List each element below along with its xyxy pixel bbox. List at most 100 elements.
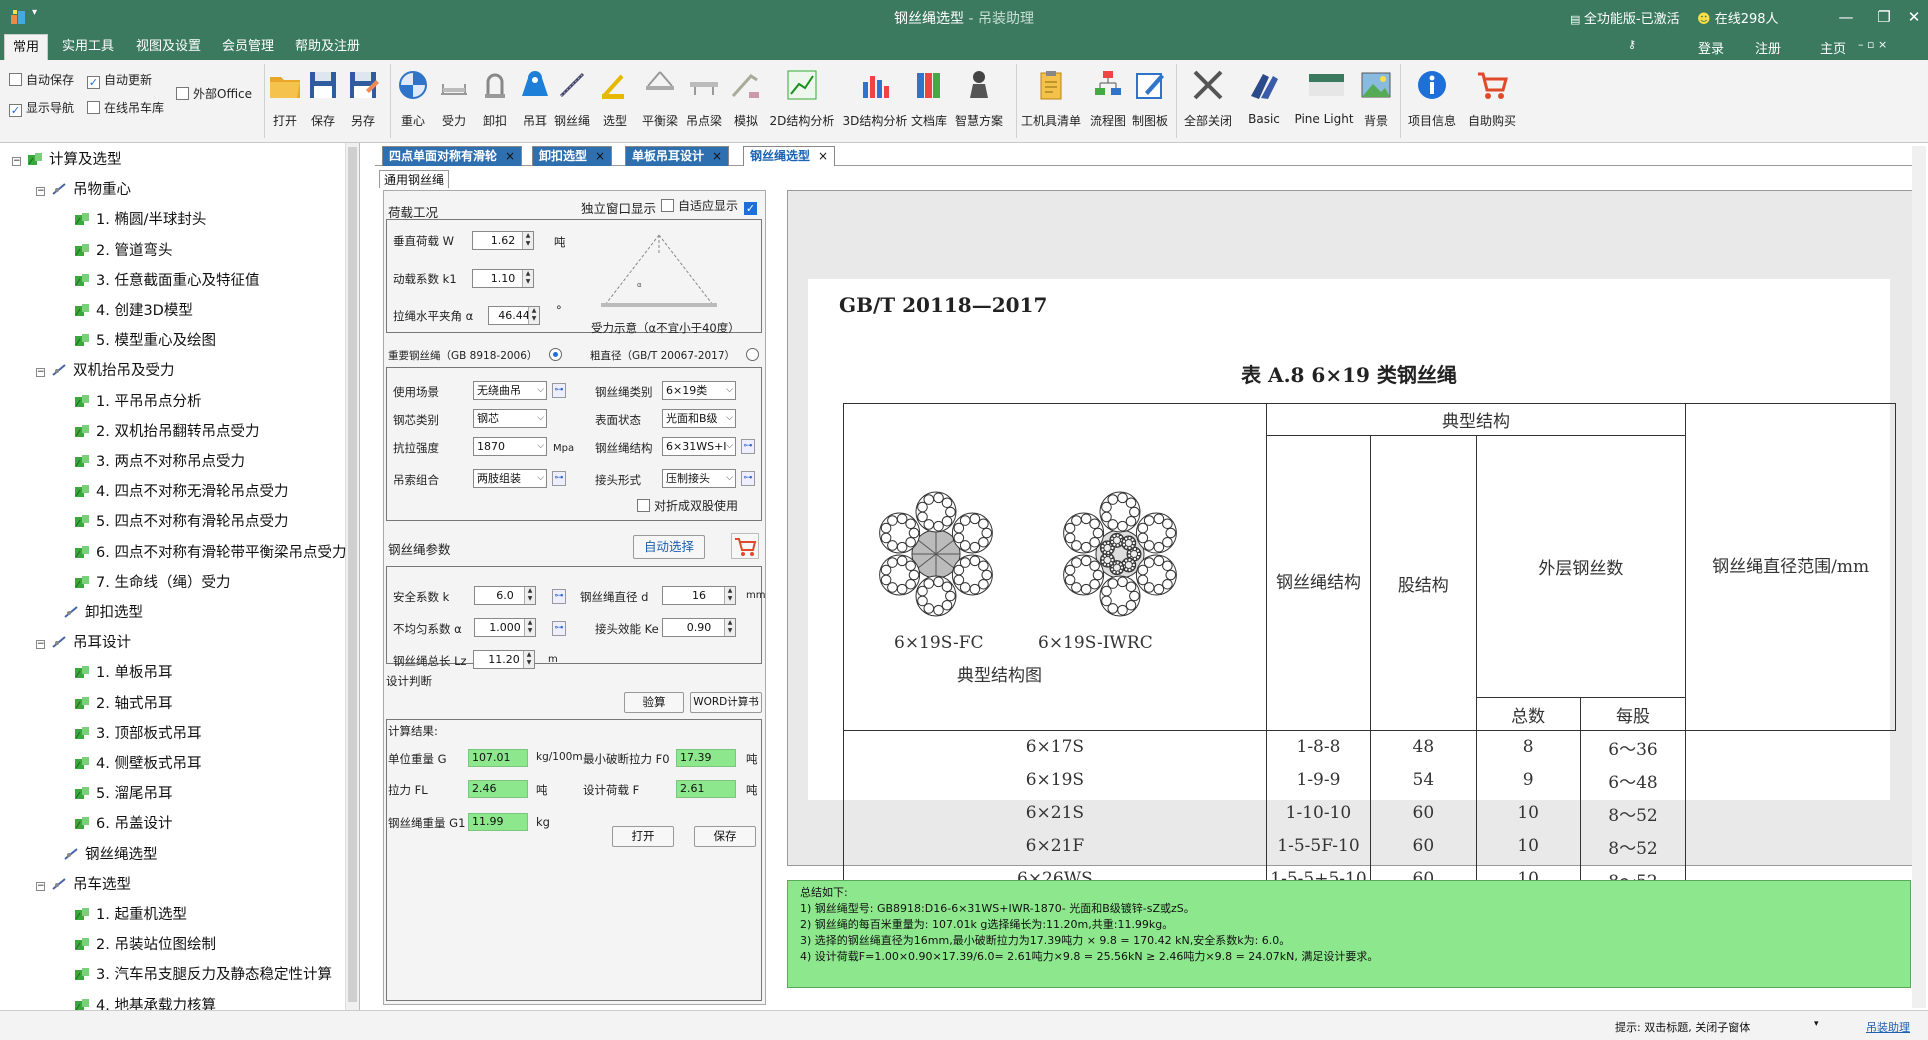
mdi-restore-icon[interactable]: – ▫ × — [1858, 38, 1887, 51]
login-link[interactable]: 登录 — [1698, 38, 1724, 57]
project-info-button[interactable]: 项目信息 — [1404, 64, 1460, 138]
tree-group-item[interactable]: 卸扣选型 — [48, 602, 143, 624]
tab-close-icon[interactable]: × — [505, 149, 515, 163]
menu-item-common[interactable]: 常用 — [4, 34, 49, 60]
tab-close-icon[interactable]: × — [818, 149, 828, 163]
menu-item-tools[interactable]: 实用工具 — [54, 34, 122, 60]
doc-library-button[interactable]: 文档库 — [909, 64, 949, 138]
standard-gb20067-radio[interactable] — [746, 348, 759, 361]
tab-close-icon[interactable]: × — [712, 149, 722, 163]
smart-plan-button[interactable]: 智慧方案 — [954, 64, 1004, 138]
theme-pine-light-button[interactable]: Pine Light — [1292, 64, 1356, 138]
joint-select[interactable]: 压制接头 ⌵ — [662, 469, 736, 488]
close-all-button[interactable]: 全部关闭 — [1180, 64, 1236, 138]
tab-shackle[interactable]: 卸扣选型 × — [532, 146, 613, 166]
tree-leaf-item[interactable]: 5. 溜尾吊耳 — [74, 783, 172, 805]
close-button[interactable]: ✕ — [1900, 4, 1928, 30]
tree-leaf-item[interactable]: 2. 吊装站位图绘制 — [74, 934, 216, 956]
status-dropdown-icon[interactable]: ▾ — [1814, 1019, 1819, 1029]
tree-leaf-item[interactable]: 4. 创建3D模型 — [74, 300, 193, 322]
tree-leaf-item[interactable]: 4. 侧壁板式吊耳 — [74, 753, 201, 775]
collapse-toggle-icon[interactable]: − — [36, 187, 45, 197]
2d-analysis-button[interactable]: 2D结构分析 — [767, 64, 837, 138]
tree-group-item[interactable]: − 双机抬吊及受力 — [36, 360, 175, 382]
tab-wire-rope[interactable]: 钢丝绳选型 × — [743, 146, 836, 166]
tree-leaf-item[interactable]: 1. 单板吊耳 — [74, 662, 172, 684]
select-button[interactable]: 选型 — [598, 64, 632, 138]
tab-four-point[interactable]: 四点单面对称有滑轮 × — [382, 146, 523, 166]
tree-leaf-item[interactable]: 5. 四点不对称有滑轮吊点受力 — [74, 511, 288, 533]
3d-analysis-button[interactable]: 3D结构分析 — [840, 64, 910, 138]
open-result-button[interactable]: 打开 — [612, 826, 674, 847]
collapse-toggle-icon[interactable]: − — [36, 881, 45, 891]
gravity-button[interactable]: 重心 — [396, 64, 430, 138]
tree-leaf-item[interactable]: 4. 四点不对称无滑轮吊点受力 — [74, 481, 288, 503]
tree-leaf-item[interactable]: 6. 四点不对称有滑轮带平衡梁吊点受力 — [74, 542, 346, 564]
dyn-factor-input[interactable]: 1.10 ▲ ▼ — [472, 269, 534, 288]
simulate-button[interactable]: 模拟 — [729, 64, 763, 138]
show-nav-checkbox[interactable]: ✓ 显示导航 — [9, 100, 74, 117]
online-crane-checkbox[interactable]: 在线吊车库 — [87, 100, 164, 116]
menu-item-view[interactable]: 视图及设置 — [128, 34, 209, 60]
theme-basic-button[interactable]: Basic — [1240, 64, 1288, 138]
force-button[interactable]: 受力 — [437, 64, 471, 138]
background-button[interactable]: 背景 — [1356, 64, 1396, 138]
adaptive-confirm-checkbox[interactable]: ✓ — [744, 198, 761, 215]
tree-leaf-item[interactable]: 3. 任意截面重心及特征值 — [74, 270, 259, 292]
balance-beam-button[interactable]: 平衡梁 — [640, 64, 680, 138]
angle-input[interactable]: 46.44 ▲ ▼ — [488, 306, 540, 325]
collapse-toggle-icon[interactable]: − — [36, 368, 45, 378]
safety-lookup-button[interactable]: ⊶ — [552, 589, 566, 604]
struct-lookup-button[interactable]: ⊶ — [741, 439, 755, 454]
autoupdate-checkbox[interactable]: ✓ 自动更新 — [87, 72, 152, 89]
tree-group-item[interactable]: 钢丝绳选型 — [48, 844, 158, 866]
auto-select-button[interactable]: 自动选择 — [633, 535, 705, 559]
adaptive-display-checkbox[interactable]: 自适应显示 — [661, 198, 738, 214]
wire-rope-button[interactable]: 钢丝绳 — [552, 64, 592, 138]
tree-leaf-item[interactable]: 1. 起重机选型 — [74, 904, 187, 926]
open-button[interactable]: 打开 — [268, 64, 302, 138]
flowchart-button[interactable]: 流程图 — [1088, 64, 1128, 138]
scene-select[interactable]: 无绕曲吊 ⌵ — [473, 381, 547, 400]
autosave-checkbox[interactable]: 自动保存 — [9, 72, 74, 88]
fold-double-checkbox[interactable]: 对折成双股使用 — [637, 498, 738, 514]
subtab-general-rope[interactable]: 通用钢丝绳 — [379, 170, 450, 188]
collapse-toggle-icon[interactable]: − — [36, 640, 45, 650]
tree-scrollbar[interactable] — [345, 143, 359, 1010]
menu-item-help[interactable]: 帮助及注册 — [287, 34, 368, 60]
combo-lookup-button[interactable]: ⊶ — [552, 471, 566, 486]
check-button[interactable]: 验算 — [624, 692, 684, 713]
safety-factor-input[interactable]: 6.0 ▲ ▼ — [474, 586, 536, 605]
diameter-input[interactable]: 16 ▲ ▼ — [662, 586, 736, 605]
combo-select[interactable]: 两肢组装 ⌵ — [473, 469, 547, 488]
save-as-button[interactable]: 另存 — [346, 64, 380, 138]
tree-group-item[interactable]: − 吊耳设计 — [36, 632, 131, 654]
tree-group-item[interactable]: − 吊物重心 — [36, 179, 131, 201]
cart-button[interactable] — [731, 533, 759, 559]
tree-group-item[interactable]: − 计算及选型 — [12, 149, 122, 171]
tree-leaf-item[interactable]: 2. 管道弯头 — [74, 240, 172, 262]
menu-item-member[interactable]: 会员管理 — [214, 34, 282, 60]
scene-lookup-button[interactable]: ⊶ — [552, 383, 566, 398]
tree-leaf-item[interactable]: 6. 吊盖设计 — [74, 813, 172, 835]
external-office-checkbox[interactable]: 外部Office — [176, 86, 252, 102]
tab-lug-design[interactable]: 单板吊耳设计 × — [625, 146, 730, 166]
tree-leaf-item[interactable]: 3. 两点不对称吊点受力 — [74, 451, 245, 473]
collapse-toggle-icon[interactable]: − — [12, 157, 21, 166]
vertical-load-input[interactable]: 1.62 ▲ ▼ — [472, 231, 534, 250]
core-select[interactable]: 钢芯 ⌵ — [473, 409, 547, 428]
save-result-button[interactable]: 保存 — [694, 826, 756, 847]
tree-leaf-item[interactable]: 1. 椭圆/半球封头 — [74, 209, 206, 231]
home-link[interactable]: 主页 — [1820, 38, 1846, 57]
tree-leaf-item[interactable]: 2. 轴式吊耳 — [74, 693, 172, 715]
shackle-button[interactable]: 卸扣 — [478, 64, 512, 138]
lug-button[interactable]: 吊耳 — [518, 64, 552, 138]
tree-group-item[interactable]: − 吊车选型 — [36, 874, 131, 896]
drawing-board-button[interactable]: 制图板 — [1130, 64, 1170, 138]
lift-beam-button[interactable]: 吊点梁 — [684, 64, 724, 138]
rope-struct-select[interactable]: 6×31WS+I ⌵ — [662, 437, 736, 456]
register-link[interactable]: 注册 — [1755, 38, 1781, 57]
tree-leaf-item[interactable]: 3. 汽车吊支腿反力及静态稳定性计算 — [74, 964, 332, 986]
tab-close-icon[interactable]: × — [595, 149, 605, 163]
joint-eff-input[interactable]: 0.90 ▲ ▼ — [662, 618, 736, 637]
